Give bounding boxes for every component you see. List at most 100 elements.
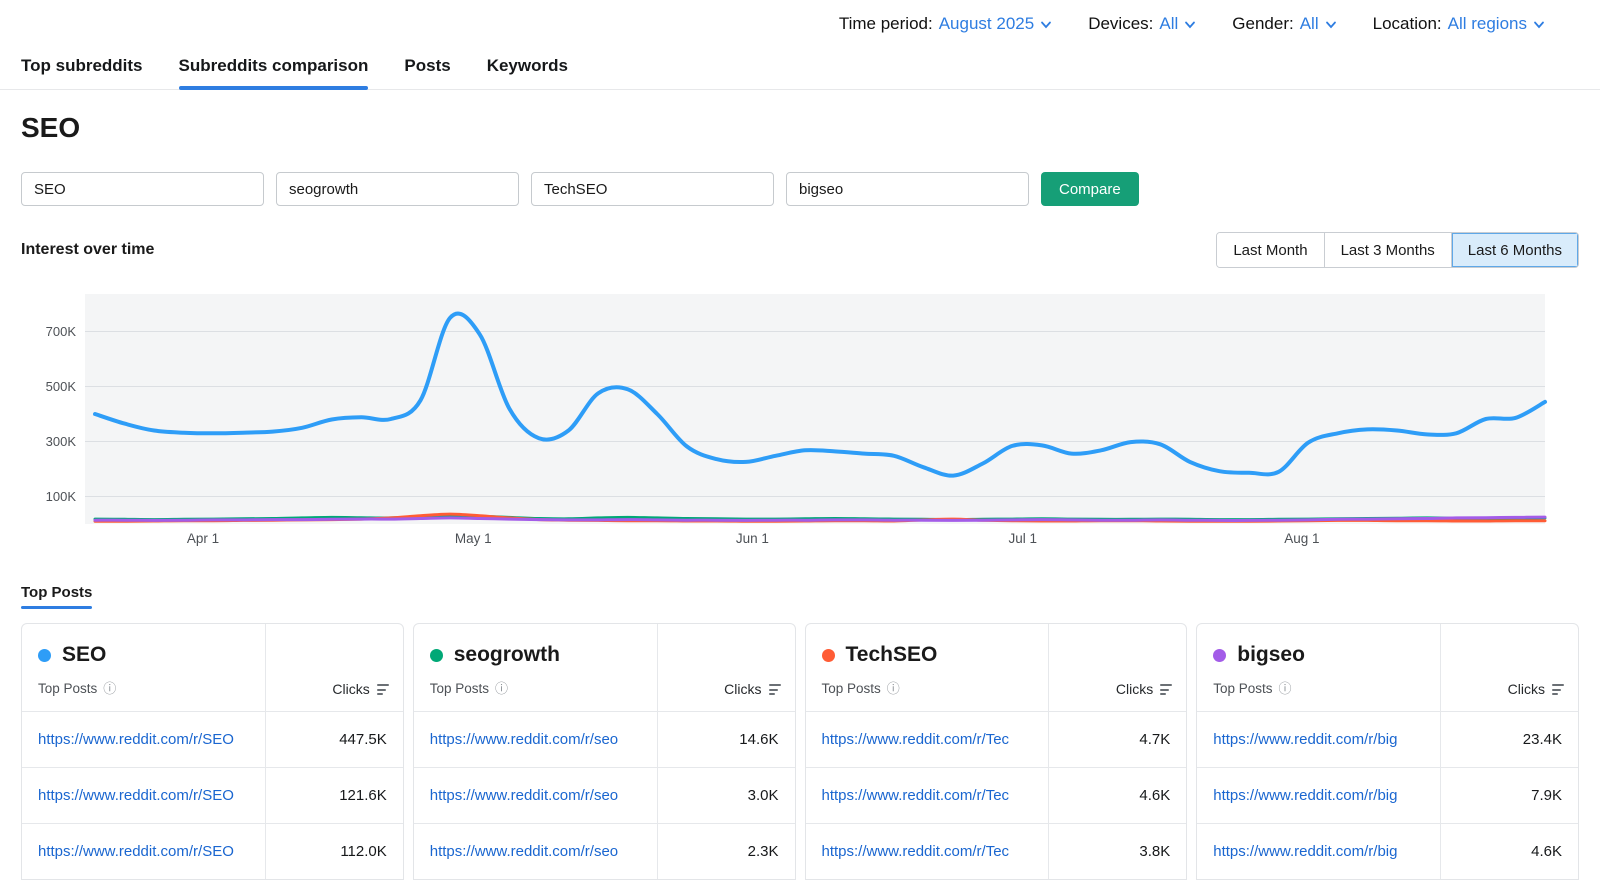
chevron-down-icon bbox=[1040, 21, 1052, 29]
subreddit-input-4[interactable] bbox=[786, 172, 1029, 206]
top-posts-tab[interactable]: Top Posts bbox=[21, 584, 92, 609]
card-header: bigseo Top Posts ⓘ bbox=[1197, 624, 1440, 711]
card-header: seogrowth Top Posts ⓘ bbox=[414, 624, 657, 711]
post-link[interactable]: https://www.reddit.com/r/seo bbox=[414, 767, 657, 823]
tab-keywords[interactable]: Keywords bbox=[487, 50, 568, 89]
info-icon: ⓘ bbox=[1279, 680, 1292, 697]
range-segmented-control: Last Month Last 3 Months Last 6 Months bbox=[1216, 232, 1579, 268]
clicks-col-header[interactable]: Clicks bbox=[1440, 624, 1578, 711]
svg-text:May 1: May 1 bbox=[455, 531, 492, 546]
compare-button[interactable]: Compare bbox=[1041, 172, 1139, 206]
info-icon: ⓘ bbox=[495, 680, 508, 697]
filter-location[interactable]: Location: All regions bbox=[1373, 14, 1545, 34]
subreddit-card-seo: SEO Top Posts ⓘ Clicks https://www.reddi… bbox=[21, 623, 404, 880]
subreddit-name: bigseo bbox=[1237, 642, 1305, 668]
top-posts-col-header: Top Posts bbox=[822, 680, 881, 697]
clicks-col-header[interactable]: Clicks bbox=[1048, 624, 1186, 711]
series-color-dot bbox=[1213, 649, 1226, 662]
range-last-3-months[interactable]: Last 3 Months bbox=[1324, 233, 1451, 267]
filter-location-value: All regions bbox=[1448, 14, 1527, 34]
subreddit-name: TechSEO bbox=[846, 642, 938, 668]
svg-text:300K: 300K bbox=[46, 434, 77, 449]
clicks-value: 447.5K bbox=[265, 711, 403, 767]
chevron-down-icon bbox=[1325, 21, 1337, 29]
clicks-value: 23.4K bbox=[1440, 711, 1578, 767]
post-link[interactable]: https://www.reddit.com/r/Tec bbox=[806, 823, 1049, 879]
top-posts-cards: SEO Top Posts ⓘ Clicks https://www.reddi… bbox=[21, 623, 1579, 880]
post-link[interactable]: https://www.reddit.com/r/SEO bbox=[22, 711, 265, 767]
top-posts-col-header: Top Posts bbox=[430, 680, 489, 697]
post-link[interactable]: https://www.reddit.com/r/big bbox=[1197, 823, 1440, 879]
subreddit-name: seogrowth bbox=[454, 642, 560, 668]
post-link[interactable]: https://www.reddit.com/r/seo bbox=[414, 711, 657, 767]
filter-time-period-label: Time period: bbox=[839, 14, 933, 34]
sort-icon bbox=[377, 684, 389, 695]
clicks-value: 3.0K bbox=[657, 767, 795, 823]
svg-text:Apr 1: Apr 1 bbox=[187, 531, 219, 546]
filter-devices[interactable]: Devices: All bbox=[1088, 14, 1196, 34]
post-link[interactable]: https://www.reddit.com/r/big bbox=[1197, 711, 1440, 767]
top-posts-col-header: Top Posts bbox=[1213, 680, 1272, 697]
chevron-down-icon bbox=[1184, 21, 1196, 29]
filter-time-period[interactable]: Time period: August 2025 bbox=[839, 14, 1052, 34]
clicks-value: 112.0K bbox=[265, 823, 403, 879]
subreddit-name: SEO bbox=[62, 642, 106, 668]
interest-header: Interest over time Last Month Last 3 Mon… bbox=[21, 232, 1579, 268]
clicks-label: Clicks bbox=[724, 681, 761, 697]
top-posts-col-header: Top Posts bbox=[38, 680, 97, 697]
sort-icon bbox=[769, 684, 781, 695]
clicks-value: 121.6K bbox=[265, 767, 403, 823]
interest-title: Interest over time bbox=[21, 241, 154, 259]
tab-top-subreddits[interactable]: Top subreddits bbox=[21, 50, 143, 89]
filter-devices-value: All bbox=[1159, 14, 1178, 34]
post-link[interactable]: https://www.reddit.com/r/SEO bbox=[22, 767, 265, 823]
clicks-col-header[interactable]: Clicks bbox=[265, 624, 403, 711]
clicks-value: 4.6K bbox=[1440, 823, 1578, 879]
clicks-value: 4.7K bbox=[1048, 711, 1186, 767]
svg-text:100K: 100K bbox=[46, 489, 77, 504]
svg-text:Jul 1: Jul 1 bbox=[1008, 531, 1037, 546]
card-header: TechSEO Top Posts ⓘ bbox=[806, 624, 1049, 711]
clicks-col-header[interactable]: Clicks bbox=[657, 624, 795, 711]
post-link[interactable]: https://www.reddit.com/r/seo bbox=[414, 823, 657, 879]
info-icon: ⓘ bbox=[887, 680, 900, 697]
series-color-dot bbox=[38, 649, 51, 662]
filter-location-label: Location: bbox=[1373, 14, 1442, 34]
sort-icon bbox=[1552, 684, 1564, 695]
clicks-value: 7.9K bbox=[1440, 767, 1578, 823]
post-link[interactable]: https://www.reddit.com/r/Tec bbox=[806, 767, 1049, 823]
subreddit-input-3[interactable] bbox=[531, 172, 774, 206]
compare-row: Compare bbox=[21, 172, 1579, 206]
subreddit-input-2[interactable] bbox=[276, 172, 519, 206]
chevron-down-icon bbox=[1533, 21, 1545, 29]
filter-gender[interactable]: Gender: All bbox=[1232, 14, 1336, 34]
tab-subreddits-comparison[interactable]: Subreddits comparison bbox=[179, 50, 369, 89]
interest-chart-area: 100K300K500K700KApr 1May 1Jun 1Jul 1Aug … bbox=[21, 294, 1579, 548]
info-icon: ⓘ bbox=[103, 680, 116, 697]
svg-text:Aug 1: Aug 1 bbox=[1284, 531, 1319, 546]
clicks-value: 3.8K bbox=[1048, 823, 1186, 879]
subreddit-input-1[interactable] bbox=[21, 172, 264, 206]
range-last-6-months[interactable]: Last 6 Months bbox=[1451, 233, 1578, 267]
tab-posts[interactable]: Posts bbox=[404, 50, 450, 89]
subreddit-card-bigseo: bigseo Top Posts ⓘ Clicks https://www.re… bbox=[1196, 623, 1579, 880]
series-color-dot bbox=[430, 649, 443, 662]
subreddit-card-techseo: TechSEO Top Posts ⓘ Clicks https://www.r… bbox=[805, 623, 1188, 880]
post-link[interactable]: https://www.reddit.com/r/Tec bbox=[806, 711, 1049, 767]
subreddit-card-seogrowth: seogrowth Top Posts ⓘ Clicks https://www… bbox=[413, 623, 796, 880]
sort-icon bbox=[1160, 684, 1172, 695]
range-last-month[interactable]: Last Month bbox=[1217, 233, 1323, 267]
clicks-label: Clicks bbox=[1116, 681, 1153, 697]
card-header: SEO Top Posts ⓘ bbox=[22, 624, 265, 711]
filter-devices-label: Devices: bbox=[1088, 14, 1153, 34]
filter-gender-value: All bbox=[1300, 14, 1319, 34]
svg-text:500K: 500K bbox=[46, 379, 77, 394]
post-link[interactable]: https://www.reddit.com/r/SEO bbox=[22, 823, 265, 879]
svg-text:Jun 1: Jun 1 bbox=[736, 531, 769, 546]
series-color-dot bbox=[822, 649, 835, 662]
clicks-value: 2.3K bbox=[657, 823, 795, 879]
clicks-label: Clicks bbox=[332, 681, 369, 697]
post-link[interactable]: https://www.reddit.com/r/big bbox=[1197, 767, 1440, 823]
interest-chart: 100K300K500K700KApr 1May 1Jun 1Jul 1Aug … bbox=[21, 294, 1579, 548]
global-filters: Time period: August 2025 Devices: All Ge… bbox=[0, 0, 1600, 34]
